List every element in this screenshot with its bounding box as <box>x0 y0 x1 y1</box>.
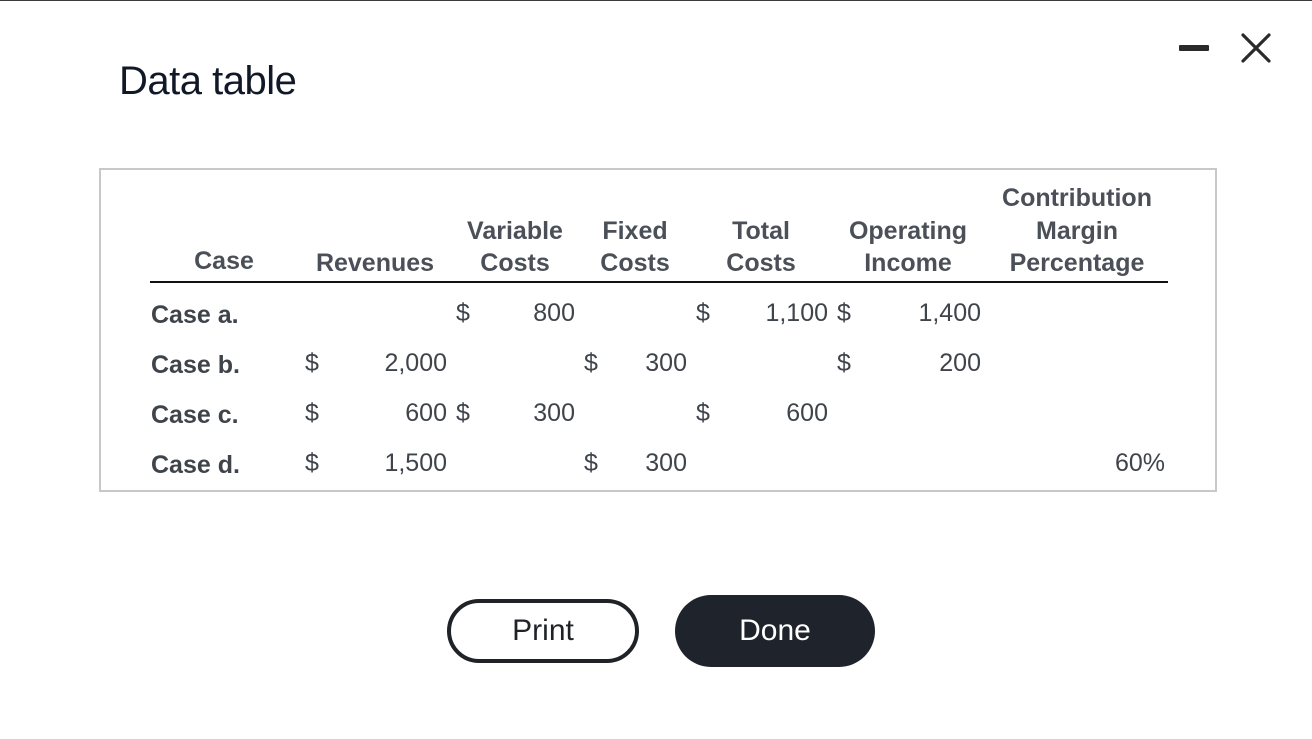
header-variable-costs-line2: Costs <box>480 249 550 277</box>
case-a-operating-income: 1,400 <box>918 299 981 327</box>
header-total-costs-line2: Costs <box>726 249 796 277</box>
window-top-border <box>0 0 1312 1</box>
case-c-total-costs: 600 <box>786 399 828 427</box>
minimize-button[interactable] <box>1178 32 1210 64</box>
case-b-revenues-currency: $ <box>305 349 319 377</box>
window-controls <box>1178 32 1272 64</box>
header-fixed-costs-line1: Fixed <box>602 217 668 245</box>
case-c-revenues: 600 <box>405 399 447 427</box>
case-b-fixed-costs-currency: $ <box>584 349 598 377</box>
header-operating-income-line1: Operating <box>848 217 968 245</box>
header-variable-costs-line1: Variable <box>467 217 563 245</box>
case-c-variable-costs-currency: $ <box>456 399 470 427</box>
case-a-variable-costs: 800 <box>533 299 575 327</box>
case-c-variable-costs: 300 <box>533 399 575 427</box>
close-button[interactable] <box>1240 32 1272 64</box>
case-d-revenues: 1,500 <box>384 449 447 477</box>
print-button[interactable]: Print <box>447 599 639 663</box>
row-label-case-c: Case c. <box>151 401 239 429</box>
row-label-case-b: Case b. <box>151 351 240 379</box>
case-b-fixed-costs: 300 <box>645 349 687 377</box>
header-cm-percentage-line2: Margin <box>1036 217 1118 245</box>
case-d-cm-percentage: 60% <box>1114 449 1165 477</box>
done-button[interactable]: Done <box>675 595 875 667</box>
case-d-fixed-costs: 300 <box>645 449 687 477</box>
header-cm-percentage-line1: Contribution <box>1002 184 1152 212</box>
header-case: Case <box>194 247 254 275</box>
header-divider <box>150 281 1168 283</box>
header-fixed-costs-line2: Costs <box>600 249 670 277</box>
header-total-costs-line1: Total <box>732 217 790 245</box>
case-a-operating-income-currency: $ <box>837 299 851 327</box>
minimize-icon <box>1179 45 1209 51</box>
row-label-case-a: Case a. <box>151 301 239 329</box>
close-icon <box>1241 33 1271 63</box>
case-a-total-costs: 1,100 <box>765 299 828 327</box>
case-d-fixed-costs-currency: $ <box>584 449 598 477</box>
case-c-revenues-currency: $ <box>305 399 319 427</box>
case-b-operating-income-currency: $ <box>837 349 851 377</box>
row-label-case-d: Case d. <box>151 451 240 479</box>
header-cm-percentage-line3: Percentage <box>1009 249 1145 277</box>
case-d-revenues-currency: $ <box>305 449 319 477</box>
dialog-title: Data table <box>119 59 297 103</box>
case-a-variable-costs-currency: $ <box>456 299 470 327</box>
case-a-total-costs-currency: $ <box>696 299 710 327</box>
header-operating-income-line2: Income <box>864 249 952 277</box>
header-revenues: Revenues <box>315 249 435 277</box>
case-b-operating-income: 200 <box>939 349 981 377</box>
case-b-revenues: 2,000 <box>384 349 447 377</box>
case-c-total-costs-currency: $ <box>696 399 710 427</box>
